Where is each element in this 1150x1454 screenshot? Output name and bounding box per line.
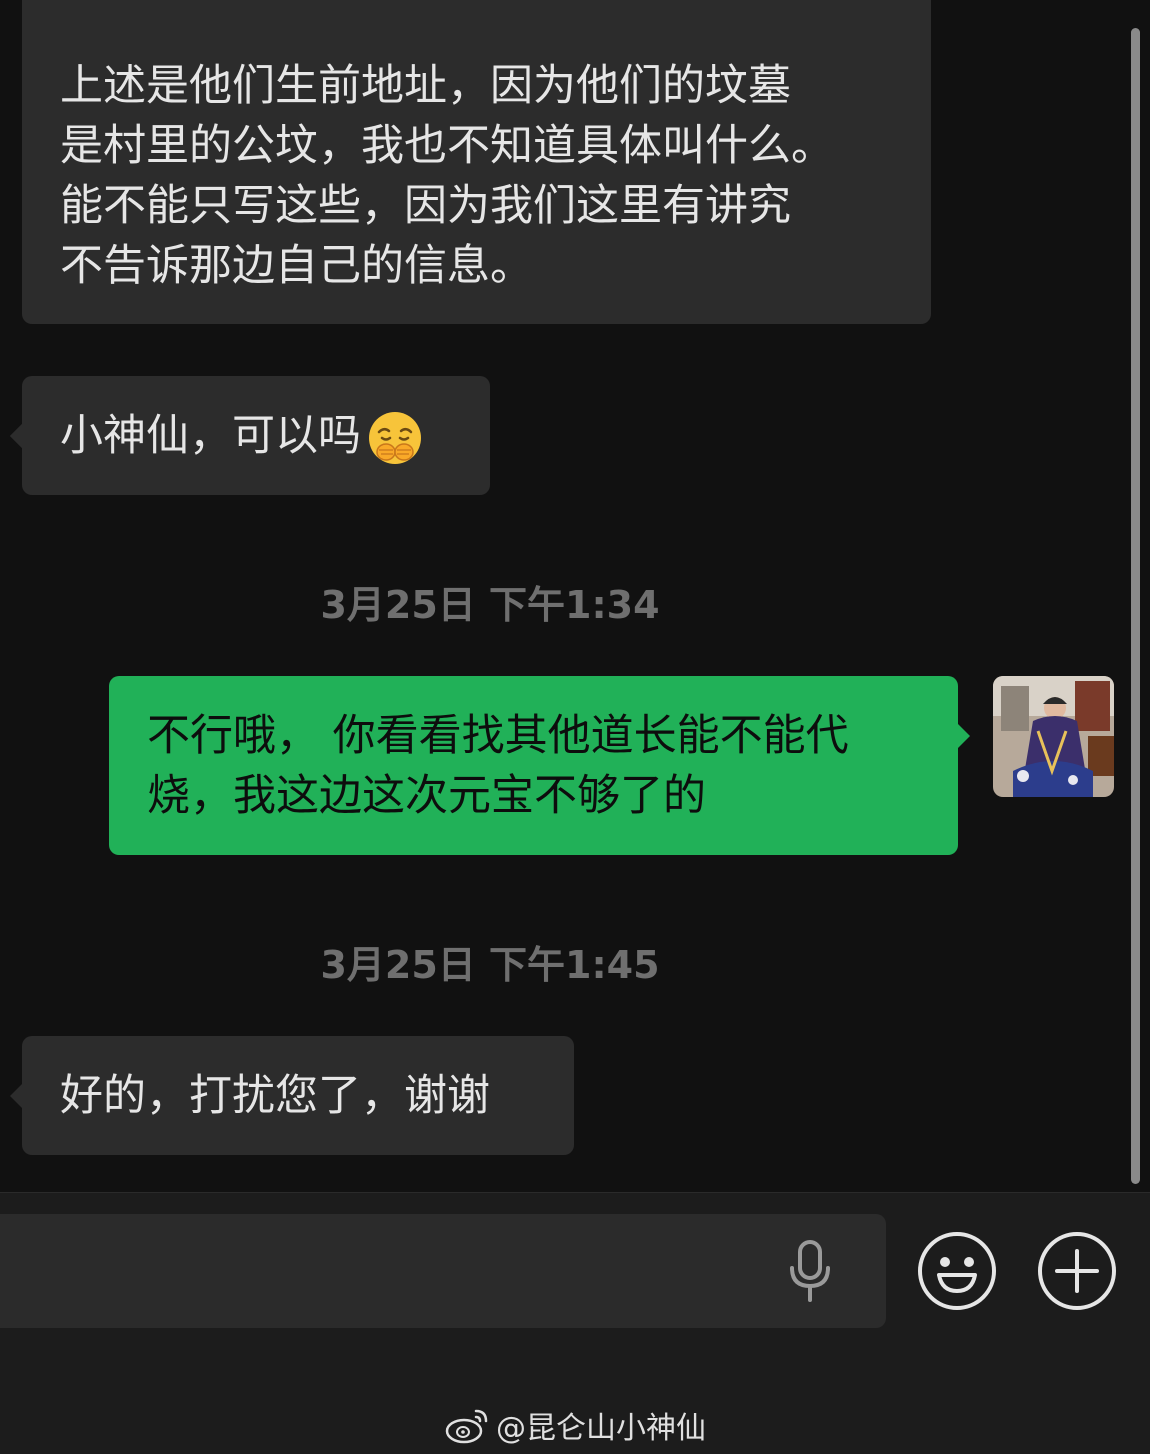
emoji-icon[interactable] (917, 1231, 997, 1311)
message-line: 是村里的公坟，我也不知道具体叫什么。 (60, 121, 834, 171)
message-input[interactable] (0, 1214, 886, 1328)
message-line: 不告诉那边自己的信息。 (60, 241, 533, 291)
microphone-icon[interactable] (784, 1238, 836, 1308)
avatar[interactable] (993, 676, 1114, 797)
sent-message[interactable]: 不行哦， 你看看找其他道长能不能代 烧，我这边这次元宝不够了的 (109, 676, 970, 855)
message-line: 烧，我这边这次元宝不够了的 (147, 771, 706, 821)
received-message[interactable]: 好的，打扰您了，谢谢 (10, 1036, 574, 1155)
watermark-text: @昆仑山小神仙 (496, 1411, 706, 1446)
received-message[interactable]: 上述是他们生前地址，因为他们的坟墓 是村里的公坟，我也不知道具体叫什么。 能不能… (22, 0, 931, 324)
weibo-icon (445, 1409, 488, 1444)
timestamp: 3月25日 下午1:45 (320, 943, 660, 987)
bubble-tail (958, 724, 970, 748)
message-line: 上述是他们生前地址，因为他们的坟墓 (60, 61, 791, 111)
received-message[interactable]: 小神仙，可以吗 (10, 376, 490, 495)
message-text: 好的，打扰您了，谢谢 (60, 1071, 490, 1121)
pleading-hand-over-mouth-emoji-icon (369, 412, 421, 464)
message-line: 能不能只写这些，因为我们这里有讲究 (60, 181, 791, 231)
bubble-tail (10, 1084, 22, 1108)
plus-icon[interactable] (1037, 1231, 1117, 1311)
bubble-tail (10, 424, 22, 448)
timestamp: 3月25日 下午1:34 (320, 583, 660, 627)
watermark: @昆仑山小神仙 (444, 1400, 706, 1450)
chat-area: 上述是他们生前地址，因为他们的坟墓 是村里的公坟，我也不知道具体叫什么。 能不能… (0, 0, 1150, 1192)
message-line: 不行哦， 你看看找其他道长能不能代 (147, 711, 849, 761)
message-text: 小神仙，可以吗 (60, 411, 361, 461)
avatar-image (993, 676, 1114, 797)
scrollbar[interactable] (1131, 28, 1140, 1184)
